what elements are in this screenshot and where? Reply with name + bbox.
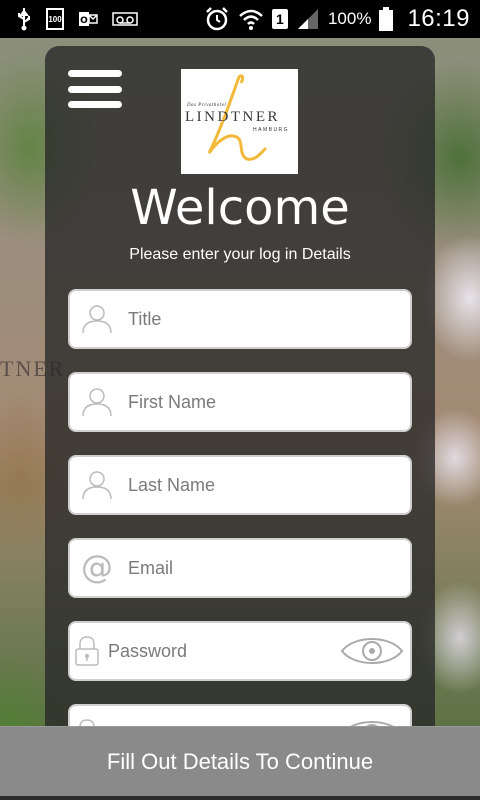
confirm-password-field[interactable]: [68, 704, 412, 726]
user-icon: [74, 291, 120, 347]
title-field[interactable]: [68, 289, 412, 349]
logo-small-text: Das Privathotel: [187, 103, 227, 108]
password-input[interactable]: [108, 640, 340, 662]
logo-name: LINDTNER: [185, 109, 280, 125]
hotel-logo: Das Privathotel LINDTNER HAMBURG: [181, 69, 298, 174]
page-subtitle: Please enter your log in Details: [129, 246, 351, 263]
page-title: Welcome: [130, 180, 350, 236]
last-name-input[interactable]: [128, 474, 410, 496]
menu-icon[interactable]: [68, 70, 122, 108]
title-input[interactable]: [128, 308, 410, 330]
show-password-icon[interactable]: [340, 623, 404, 679]
password-field[interactable]: [68, 621, 412, 681]
last-name-field[interactable]: [68, 455, 412, 515]
lock-icon: [74, 623, 100, 679]
first-name-input[interactable]: [128, 391, 410, 413]
user-icon: [74, 374, 120, 430]
show-confirm-password-icon[interactable]: [340, 706, 404, 726]
continue-button[interactable]: Fill Out Details To Continue: [0, 726, 480, 796]
first-name-field[interactable]: [68, 372, 412, 432]
email-field[interactable]: @: [68, 538, 412, 598]
bottom-strip: [0, 796, 480, 800]
scroll-area[interactable]: Das Privathotel LINDTNER HAMBURG Welcome…: [0, 0, 480, 726]
logo-sub: HAMBURG: [253, 127, 290, 133]
user-icon: [74, 457, 120, 513]
email-input[interactable]: [128, 557, 410, 579]
at-sign-icon: @: [74, 540, 120, 596]
svg-text:@: @: [81, 551, 113, 585]
lock-icon: [74, 706, 100, 726]
